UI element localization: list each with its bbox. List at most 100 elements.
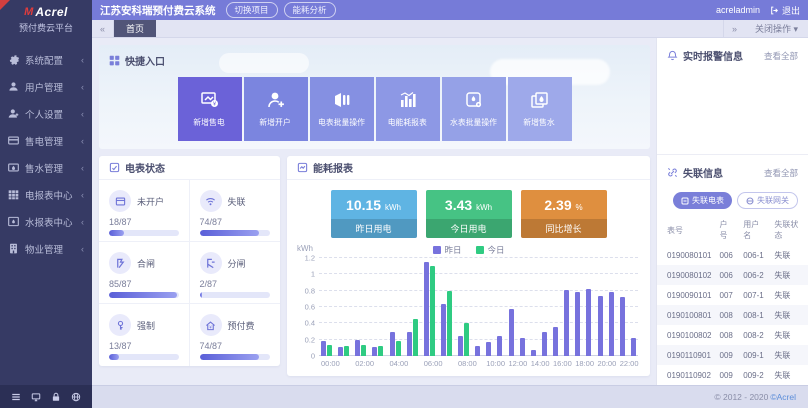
tabs-scroll-right-icon[interactable]: »	[723, 20, 745, 37]
chart-bar[interactable]	[441, 304, 446, 356]
chart-bar-group[interactable]: 08:00	[458, 258, 469, 356]
menu-icon[interactable]	[11, 392, 21, 402]
lost-meter-tab[interactable]: 失联电表	[673, 192, 732, 209]
chart-bar-group[interactable]: 12:00	[509, 258, 514, 356]
sidebar-item-property-management[interactable]: 物业管理 ‹	[0, 235, 92, 262]
chart-bar-group[interactable]: 04:00	[390, 258, 401, 356]
globe-icon[interactable]	[71, 392, 81, 402]
legend-item[interactable]: 昨日	[432, 244, 461, 256]
chart-bar-group[interactable]: 00:00	[321, 258, 332, 356]
chart-bar-group[interactable]: 16:00	[553, 258, 558, 356]
chart-bar-group[interactable]	[372, 258, 383, 356]
chart-bar[interactable]	[475, 346, 480, 356]
chart-bar[interactable]	[430, 266, 435, 356]
chart-bar-group[interactable]	[609, 258, 614, 356]
chart-bar[interactable]	[344, 346, 349, 356]
table-row[interactable]: 0190090101007007-1失联	[657, 285, 808, 305]
table-row[interactable]: 0190080102006006-2失联	[657, 265, 808, 285]
energy-report-button[interactable]: 电能耗报表	[376, 77, 440, 141]
sidebar-item-system-config[interactable]: 系统配置 ‹	[0, 46, 92, 73]
table-row[interactable]: 0190080101006006-1失联	[657, 245, 808, 265]
alarm-view-all-link[interactable]: 查看全部	[764, 50, 798, 62]
chart-bar[interactable]	[586, 289, 591, 356]
chart-bar-group[interactable]: 18:00	[575, 258, 580, 356]
chart-bar[interactable]	[378, 346, 383, 356]
sidebar-item-user-management[interactable]: 用户管理 ‹	[0, 73, 92, 100]
chart-bar[interactable]	[424, 262, 429, 356]
status-cell-offline[interactable]: 失联 74/87	[190, 180, 281, 242]
status-cell-forced[interactable]: 强制 13/87	[99, 304, 190, 366]
sidebar-item-electric-sale[interactable]: 售电管理 ‹	[0, 127, 92, 154]
chart-bar[interactable]	[327, 345, 332, 356]
lost-gateway-tab[interactable]: 失联网关	[737, 192, 798, 209]
chart-bar[interactable]	[338, 347, 343, 356]
username[interactable]: acreladmin	[716, 5, 760, 15]
chart-bar[interactable]	[390, 332, 395, 357]
energy-analysis-button[interactable]: 能耗分析	[284, 2, 336, 18]
sidebar-item-personal-settings[interactable]: 个人设置 ‹	[0, 100, 92, 127]
chart-bar-group[interactable]	[564, 258, 569, 356]
chart-bar-group[interactable]: 10:00	[486, 258, 491, 356]
legend-item[interactable]: 今日	[476, 244, 505, 256]
chart-bar[interactable]	[542, 332, 547, 357]
status-cell-switch-on[interactable]: 合闸 85/87	[99, 242, 190, 304]
chart-bar-group[interactable]	[407, 258, 418, 356]
chart-bar-group[interactable]	[542, 258, 547, 356]
status-cell-switch-off[interactable]: 分闸 2/87	[190, 242, 281, 304]
new-sell-electric-button[interactable]: ¥ 新增售电	[178, 77, 242, 141]
chart-bar[interactable]	[486, 342, 491, 356]
chart-bar-group[interactable]	[497, 258, 502, 356]
new-account-button[interactable]: 新增开户	[244, 77, 308, 141]
chart-bar[interactable]	[413, 319, 418, 356]
chart-legend[interactable]: 昨日 今日	[432, 244, 504, 256]
lock-icon[interactable]	[51, 392, 61, 402]
chart-bar[interactable]	[620, 297, 625, 356]
chart-bar-group[interactable]: 20:00	[598, 258, 603, 356]
table-row[interactable]: 0190100801008008-1失联	[657, 305, 808, 325]
chart-bar[interactable]	[509, 309, 514, 356]
status-cell-prepaid[interactable]: ¥ 预付费 74/87	[190, 304, 281, 366]
chart-bar-group[interactable]	[631, 258, 636, 356]
chart-bar[interactable]	[361, 345, 366, 356]
chart-bar-group[interactable]: 14:00	[531, 258, 536, 356]
chart-bar-group[interactable]: 22:00	[620, 258, 625, 356]
chart-bar-group[interactable]	[520, 258, 525, 356]
chart-bar[interactable]	[609, 292, 614, 356]
chart-bar[interactable]	[407, 332, 412, 357]
chart-bar[interactable]	[564, 290, 569, 356]
monitor-icon[interactable]	[31, 392, 41, 402]
tab-home[interactable]: 首页	[114, 20, 156, 37]
lost-view-all-link[interactable]: 查看全部	[764, 167, 798, 179]
chart-bar[interactable]	[355, 340, 360, 356]
chart-bar-group[interactable]	[475, 258, 480, 356]
logo[interactable]: M Acrel 预付费云平台	[0, 0, 92, 38]
chart-bar-group[interactable]	[441, 258, 452, 356]
chart-bar[interactable]	[631, 338, 636, 356]
logout-button[interactable]: 退出	[770, 4, 800, 17]
chart-bar[interactable]	[372, 347, 377, 356]
chart-bar-group[interactable]: 06:00	[424, 258, 435, 356]
status-cell-no-account[interactable]: 未开户 18/87	[99, 180, 190, 242]
sidebar-item-water-report-center[interactable]: 水报表中心 ‹	[0, 208, 92, 235]
chart-bar[interactable]	[553, 327, 558, 356]
water-meter-batch-button[interactable]: 水表批量操作	[442, 77, 506, 141]
tabs-scroll-left-icon[interactable]: «	[92, 20, 114, 37]
table-row[interactable]: 0190110902009009-2失联	[657, 365, 808, 385]
chart-bar[interactable]	[447, 291, 452, 356]
acrel-footer-link[interactable]: ©Acrel	[770, 392, 796, 402]
chart-bar[interactable]	[520, 338, 525, 356]
chart-bar-group[interactable]	[586, 258, 591, 356]
switch-project-button[interactable]: 切换项目	[226, 2, 278, 18]
chart-bar[interactable]	[458, 336, 463, 356]
chart-bar[interactable]	[464, 323, 469, 356]
chart-bar[interactable]	[321, 341, 326, 356]
chart-bar[interactable]	[497, 336, 502, 356]
chart-bar[interactable]	[396, 341, 401, 356]
close-operations-dropdown[interactable]: 关闭操作 ▾	[745, 20, 808, 37]
electric-meter-batch-button[interactable]: 电表批量操作	[310, 77, 374, 141]
chart-bar-group[interactable]	[338, 258, 349, 356]
chart-bar[interactable]	[598, 296, 603, 356]
chart-bar[interactable]	[575, 292, 580, 356]
new-sell-water-button[interactable]: 新增售水	[508, 77, 572, 141]
sidebar-item-water-sale[interactable]: 售水管理 ‹	[0, 154, 92, 181]
